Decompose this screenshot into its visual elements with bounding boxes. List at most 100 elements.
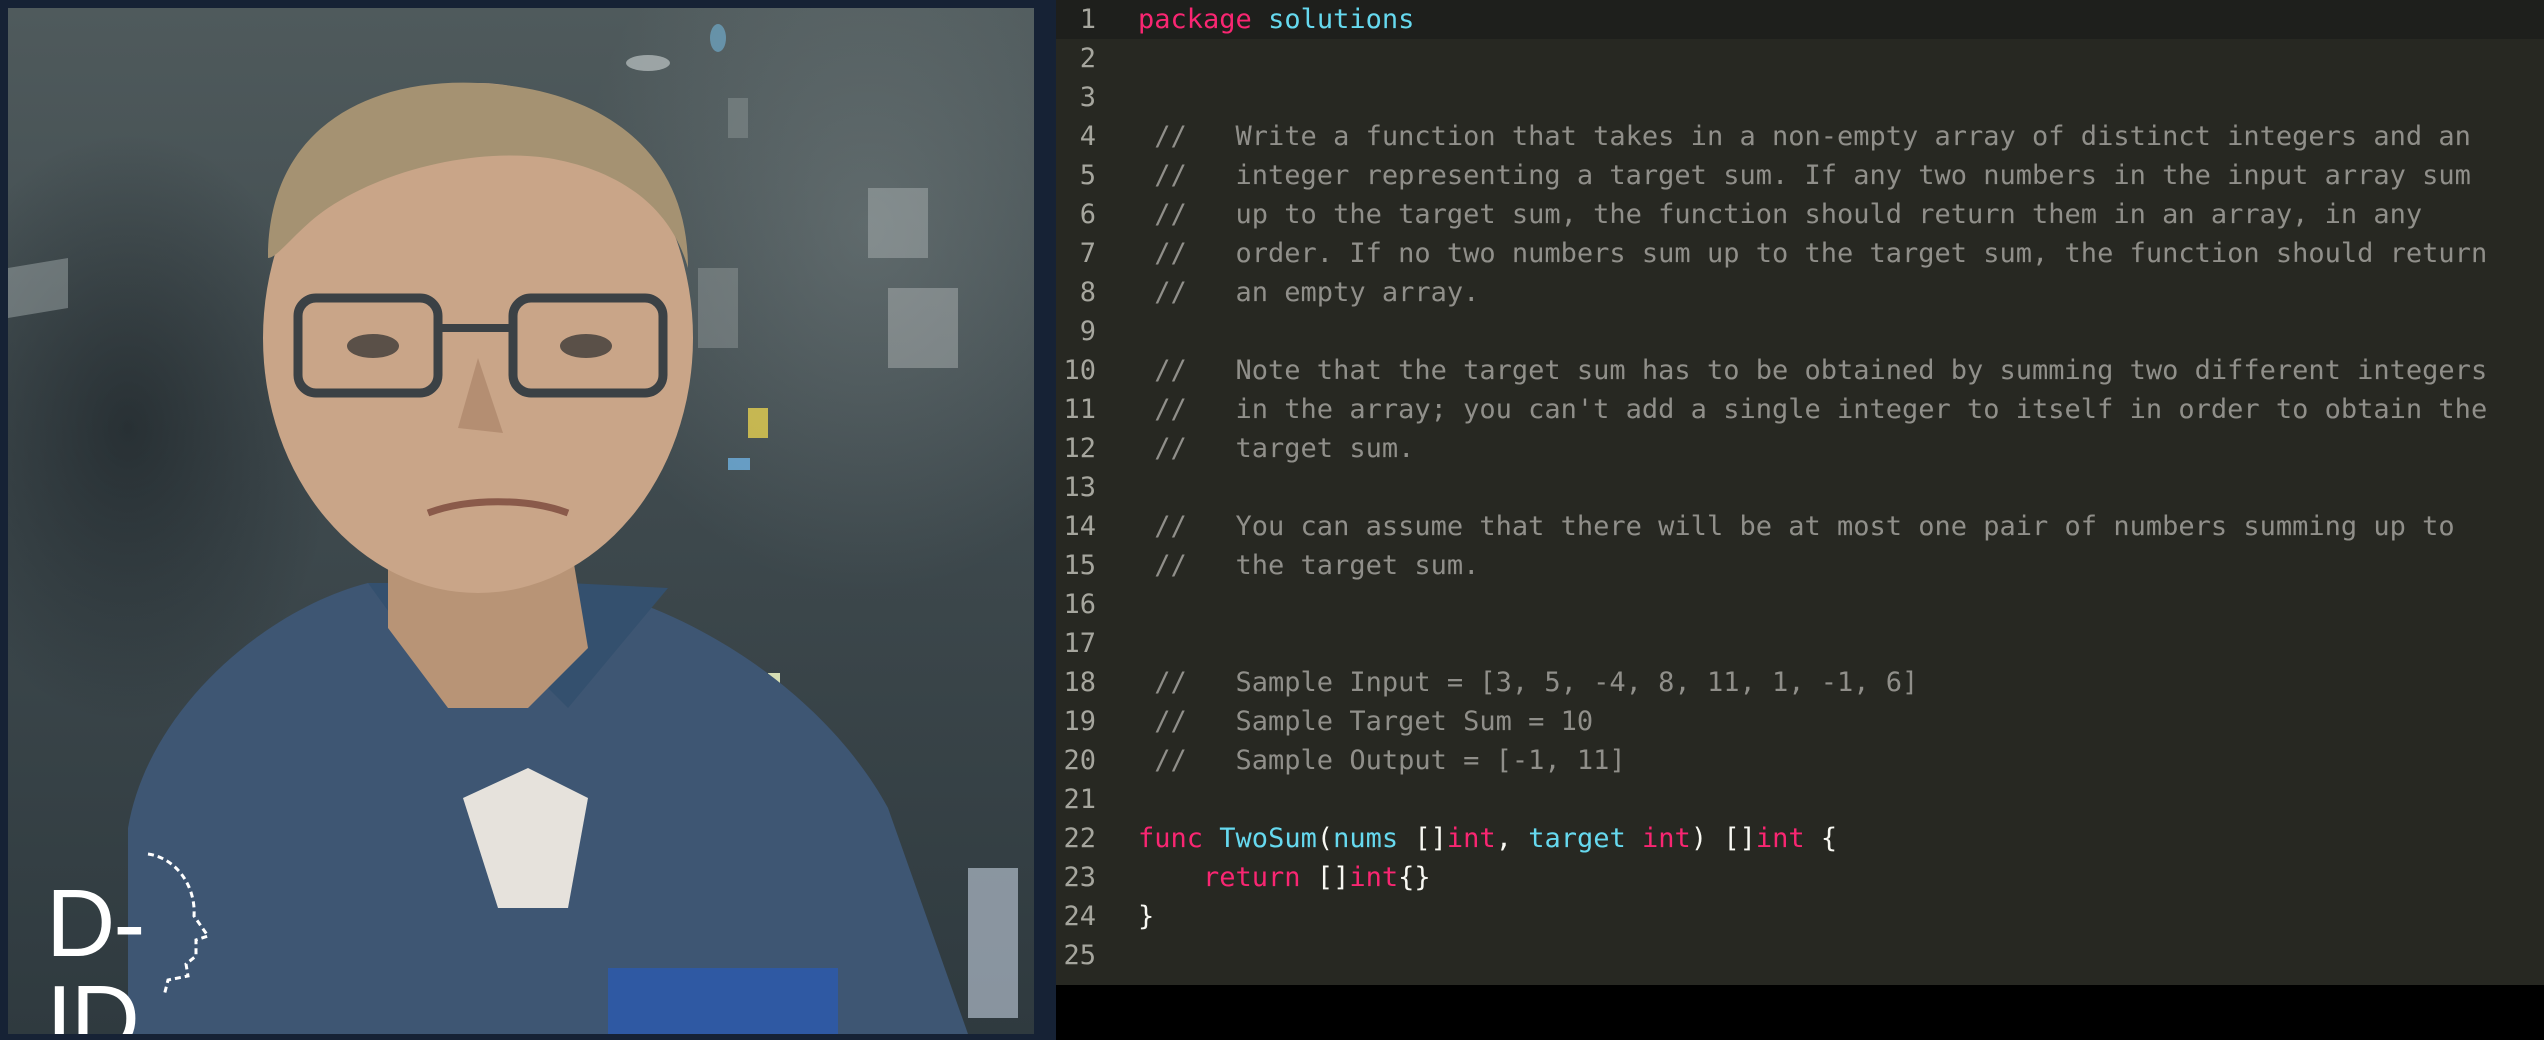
code-token: // Sample Input = [3, 5, -4, 8, 11, 1, -… [1138, 667, 1919, 698]
code-token: int [1642, 823, 1691, 854]
code-token: int [1755, 823, 1805, 854]
code-text: // in the array; you can't add a single … [1138, 390, 2487, 429]
did-logo: D-ID [36, 846, 216, 1034]
line-number: 8 [1079, 277, 1096, 308]
code-token: return [1203, 862, 1301, 893]
code-token: // up to the target sum, the function sh… [1138, 199, 2423, 230]
code-text: // Sample Output = [-1, 11] [1138, 741, 1626, 780]
code-token: target [1528, 823, 1626, 854]
code-line[interactable]: 6 // up to the target sum, the function … [1056, 195, 2544, 234]
line-number: 5 [1079, 160, 1096, 191]
code-line[interactable]: 13 [1056, 468, 2544, 507]
code-token: // Sample Target Sum = 10 [1138, 706, 1594, 737]
code-token: // You can assume that there will be at … [1138, 511, 2455, 542]
code-text: // Sample Input = [3, 5, -4, 8, 11, 1, -… [1138, 663, 1918, 702]
line-number: 9 [1079, 316, 1096, 347]
line-number: 17 [1063, 628, 1096, 659]
line-number: 13 [1063, 472, 1096, 503]
code-token: TwoSum [1219, 823, 1317, 854]
code-line[interactable]: 17 [1056, 624, 2544, 663]
code-token: // integer representing a target sum. If… [1138, 160, 2471, 191]
line-number: 2 [1079, 43, 1096, 74]
line-number: 18 [1063, 667, 1096, 698]
code-text: func TwoSum(nums []int, target int) []in… [1138, 819, 1837, 858]
code-token: // Note that the target sum has to be ob… [1138, 355, 2488, 386]
code-token: // order. If no two numbers sum up to th… [1138, 238, 2488, 269]
code-token: // Write a function that takes in a non-… [1138, 121, 2471, 152]
code-editor[interactable]: 1 package solutions 2 3 4 // Write a functio… [1056, 0, 2544, 985]
avatar-video-pane: D-ID [0, 0, 1056, 1040]
code-text: // integer representing a target sum. If… [1138, 156, 2471, 195]
code-token: // in the array; you can't add a single … [1138, 394, 2488, 425]
line-number: 24 [1063, 901, 1096, 932]
code-text: // You can assume that there will be at … [1138, 507, 2455, 546]
did-logo-profile-icon [147, 852, 211, 996]
line-number: 19 [1063, 706, 1096, 737]
code-token: ( [1316, 823, 1334, 854]
code-line[interactable]: 2 [1056, 39, 2544, 78]
line-number: 1 [1079, 4, 1096, 35]
code-line[interactable]: 25 [1056, 936, 2544, 975]
line-number: 3 [1079, 82, 1096, 113]
code-text: // the target sum. [1138, 546, 1479, 585]
code-token: , [1495, 823, 1529, 854]
code-text: // Note that the target sum has to be ob… [1138, 351, 2487, 390]
code-line[interactable]: 12 // target sum. [1056, 429, 2544, 468]
line-number: 10 [1063, 355, 1096, 386]
line-number: 6 [1079, 199, 1096, 230]
line-number: 25 [1063, 940, 1096, 971]
line-number: 20 [1063, 745, 1096, 776]
code-line[interactable]: 7 // order. If no two numbers sum up to … [1056, 234, 2544, 273]
code-line[interactable]: 8 // an empty array. [1056, 273, 2544, 312]
editor-bottom-bar [1056, 985, 2544, 1040]
code-line[interactable]: 1 package solutions [1056, 0, 2544, 39]
code-token: } [1138, 901, 1155, 932]
line-number: 12 [1063, 433, 1096, 464]
code-line[interactable]: 4 // Write a function that takes in a no… [1056, 117, 2544, 156]
code-line[interactable]: 3 [1056, 78, 2544, 117]
code-line[interactable]: 24} [1056, 897, 2544, 936]
code-line[interactable]: 5 // integer representing a target sum. … [1056, 156, 2544, 195]
code-line[interactable]: 21 [1056, 780, 2544, 819]
code-line[interactable]: 16 [1056, 585, 2544, 624]
code-line[interactable]: 10 // Note that the target sum has to be… [1056, 351, 2544, 390]
code-text: // Write a function that takes in a non-… [1138, 117, 2471, 156]
line-number: 21 [1063, 784, 1096, 815]
code-line[interactable]: 14 // You can assume that there will be … [1056, 507, 2544, 546]
code-token: // an empty array. [1138, 277, 1480, 308]
code-line[interactable]: 11 // in the array; you can't add a sing… [1056, 390, 2544, 429]
code-token: solutions [1268, 4, 1415, 35]
code-token: [] [1398, 823, 1447, 854]
code-text: } [1138, 897, 1154, 936]
line-number: 7 [1079, 238, 1096, 269]
line-number: 14 [1063, 511, 1096, 542]
code-text: // target sum. [1138, 429, 1414, 468]
line-number: 23 [1063, 862, 1096, 893]
code-line[interactable]: 22 func TwoSum(nums []int, target int) []… [1056, 819, 2544, 858]
code-line[interactable]: 19 // Sample Target Sum = 10 [1056, 702, 2544, 741]
code-line[interactable]: 15 // the target sum. [1056, 546, 2544, 585]
line-number: 22 [1063, 823, 1096, 854]
avatar-video: D-ID [8, 8, 1034, 1034]
code-token: // target sum. [1138, 433, 1415, 464]
code-token: [] [1300, 862, 1350, 893]
line-number: 4 [1079, 121, 1096, 152]
code-line[interactable]: 20 // Sample Output = [-1, 11] [1056, 741, 2544, 780]
code-line[interactable]: 23 return []int{} [1056, 858, 2544, 897]
code-text: // an empty array. [1138, 273, 1479, 312]
line-number: 11 [1063, 394, 1096, 425]
code-text: // order. If no two numbers sum up to th… [1138, 234, 2487, 273]
code-token: // Sample Output = [-1, 11] [1138, 745, 1626, 776]
code-token: // the target sum. [1138, 550, 1480, 581]
code-token: { [1804, 823, 1838, 854]
code-text: // Sample Target Sum = 10 [1138, 702, 1593, 741]
code-token: int [1349, 862, 1399, 893]
code-line[interactable]: 18 // Sample Input = [3, 5, -4, 8, 11, 1… [1056, 663, 2544, 702]
code-text: // up to the target sum, the function sh… [1138, 195, 2422, 234]
code-line[interactable]: 9 [1056, 312, 2544, 351]
code-token: ) [] [1690, 823, 1756, 854]
